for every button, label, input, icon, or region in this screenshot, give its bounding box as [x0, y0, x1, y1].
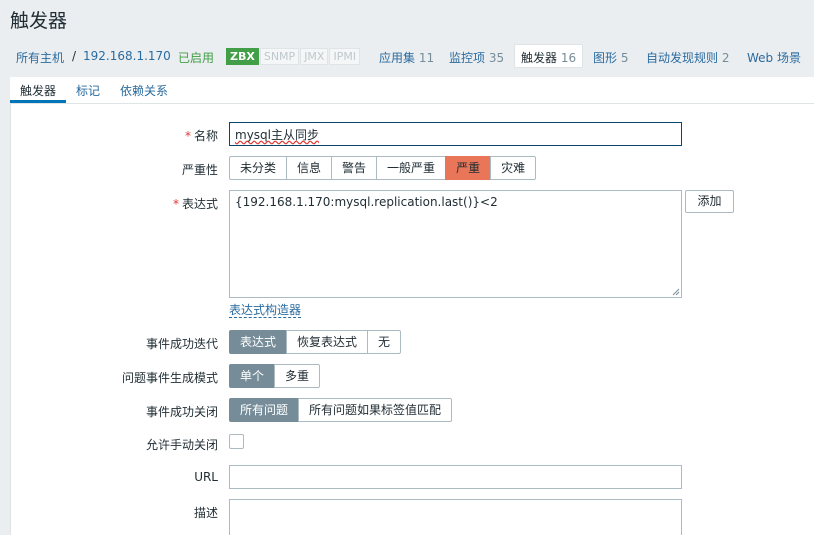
trigger-form: * 名称 mysql主从同步 严重性 未分类 信息 警告 一般严重 严重 灾难 *…: [10, 104, 814, 535]
name-label: * 名称: [184, 129, 218, 143]
severity-not-classified[interactable]: 未分类: [229, 156, 288, 180]
ok-event-recovery-expression[interactable]: 恢复表达式: [286, 330, 369, 354]
manual-close-label: 允许手动关闭: [145, 438, 218, 452]
discovery-rules-link[interactable]: 自动发现规则 2: [646, 49, 729, 66]
problem-mode-single[interactable]: 单个: [229, 364, 276, 388]
items-link[interactable]: 监控项 35: [449, 49, 504, 66]
severity-average[interactable]: 一般严重: [376, 156, 447, 180]
problem-event-mode-selector: 单个 多重: [229, 364, 321, 388]
ok-event-none[interactable]: 无: [367, 330, 402, 354]
ipmi-badge: IPMI: [329, 48, 361, 65]
ok-event-generation-selector: 表达式 恢复表达式 无: [229, 330, 402, 354]
url-input[interactable]: [229, 465, 682, 489]
severity-disaster[interactable]: 灾难: [490, 156, 537, 180]
host-navigation: 所有主机 / 192.168.1.170 已启用 ZBX SNMP JMX IP…: [0, 44, 814, 70]
breadcrumb-separator: /: [72, 49, 77, 63]
tab-trigger[interactable]: 触发器: [10, 77, 67, 103]
expression-textarea[interactable]: {192.168.1.170:mysql.replication.last()}…: [229, 190, 682, 298]
resize-handle-icon[interactable]: [672, 288, 680, 296]
severity-high[interactable]: 严重: [445, 156, 492, 180]
interface-badges: ZBX SNMP JMX IPMI: [226, 48, 361, 65]
severity-label: 严重性: [181, 163, 218, 177]
url-label: URL: [194, 470, 218, 484]
close-if-tag-match[interactable]: 所有问题如果标签值匹配: [298, 398, 453, 422]
triggers-current[interactable]: 触发器 16: [514, 44, 584, 68]
name-input[interactable]: mysql主从同步: [229, 122, 682, 146]
jmx-badge: JMX: [300, 48, 329, 65]
zbx-badge: ZBX: [226, 48, 259, 65]
add-expression-button[interactable]: 添加: [685, 190, 734, 213]
tab-tags[interactable]: 标记: [66, 77, 110, 103]
all-hosts-link[interactable]: 所有主机: [16, 49, 64, 66]
close-all-problems[interactable]: 所有问题: [229, 398, 300, 422]
description-textarea[interactable]: [229, 499, 682, 535]
tab-dependencies[interactable]: 依赖关系: [110, 77, 178, 103]
severity-warning[interactable]: 警告: [331, 156, 378, 180]
expression-builder-link[interactable]: 表达式构造器: [229, 303, 302, 318]
snmp-badge: SNMP: [259, 48, 300, 65]
host-link[interactable]: 192.168.1.170: [83, 49, 171, 63]
problem-event-mode-label: 问题事件生成模式: [121, 371, 218, 385]
expression-label: * 表达式: [172, 197, 218, 211]
problem-mode-multiple[interactable]: 多重: [274, 364, 321, 388]
severity-selector: 未分类 信息 警告 一般严重 严重 灾难: [229, 156, 537, 180]
web-scenarios-link[interactable]: Web 场景: [747, 49, 801, 66]
page-title: 触发器: [10, 10, 68, 32]
description-label: 描述: [193, 506, 218, 520]
form-tabs: 触发器 标记 依赖关系: [10, 77, 814, 104]
ok-event-closes-selector: 所有问题 所有问题如果标签值匹配: [229, 398, 453, 422]
graphs-link[interactable]: 图形 5: [593, 49, 628, 66]
ok-event-expression[interactable]: 表达式: [229, 330, 288, 354]
ok-event-generation-label: 事件成功迭代: [145, 337, 218, 351]
manual-close-checkbox[interactable]: [229, 434, 244, 449]
ok-event-closes-label: 事件成功关闭: [145, 405, 218, 419]
severity-information[interactable]: 信息: [286, 156, 333, 180]
host-status[interactable]: 已启用: [178, 49, 214, 66]
applications-link[interactable]: 应用集 11: [379, 49, 434, 66]
